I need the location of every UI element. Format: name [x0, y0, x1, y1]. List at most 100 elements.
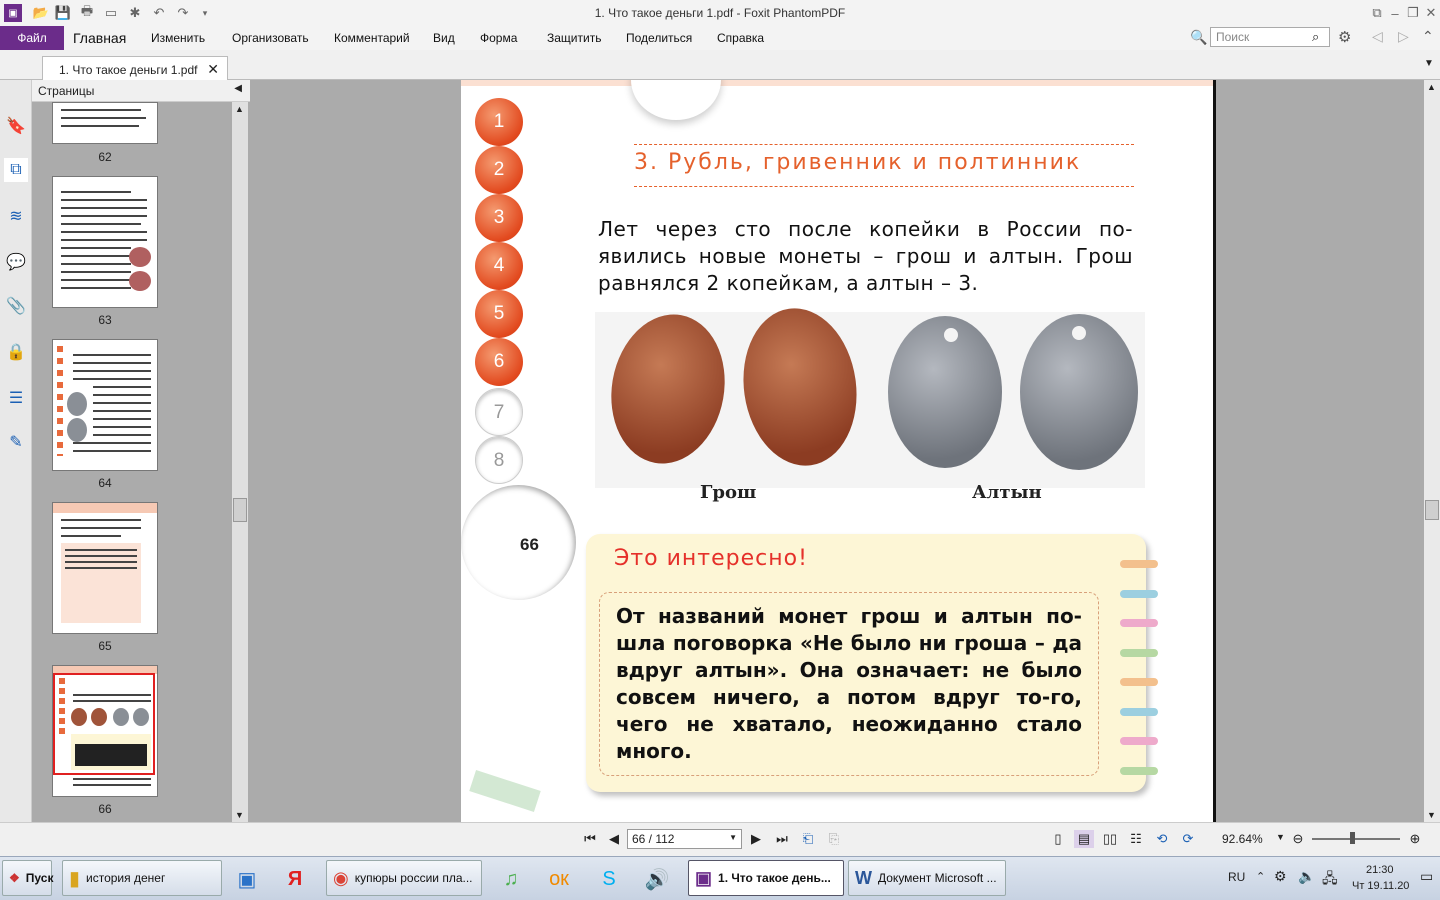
gear-icon[interactable]: ⚙	[1338, 28, 1351, 46]
sticker-tab	[1120, 619, 1158, 627]
close-icon[interactable]: ✕	[1422, 4, 1440, 22]
page-thumbnail[interactable]	[52, 502, 158, 634]
menu-help[interactable]: Справка	[717, 26, 764, 50]
menu-edit[interactable]: Изменить	[151, 26, 205, 50]
forward-icon[interactable]: ▷	[1398, 28, 1409, 45]
music-icon[interactable]: ♫	[494, 862, 528, 896]
taskbar-label: Документ Microsoft ...	[878, 871, 997, 885]
sticker-tab	[1120, 708, 1158, 716]
create-icon[interactable]: ✱	[126, 4, 144, 22]
save-icon[interactable]: 💾	[54, 4, 72, 22]
folder-search-icon[interactable]: 🔍	[1190, 29, 1207, 46]
layers-icon[interactable]: ≋	[4, 204, 28, 228]
lock-icon[interactable]: 🔒	[4, 340, 28, 364]
network-icon[interactable]: 🖧	[1322, 868, 1338, 892]
menu-form[interactable]: Форма	[480, 26, 517, 50]
open-icon[interactable]: 📂	[32, 4, 50, 22]
media-player-icon[interactable]: ▣	[230, 862, 264, 896]
menu-view[interactable]: Вид	[433, 26, 455, 50]
language-indicator[interactable]: RU	[1228, 870, 1245, 884]
bookmark-icon[interactable]: 🔖	[4, 114, 28, 138]
zoom-dropdown-icon[interactable]: ▼	[1276, 832, 1285, 842]
zoom-level[interactable]: 92.64%	[1222, 832, 1263, 846]
menu-home[interactable]: Главная	[73, 26, 126, 50]
next-view-icon[interactable]: ⎘	[824, 830, 844, 848]
odnoklassniki-icon[interactable]: ок	[542, 862, 576, 896]
show-desktop-icon[interactable]: ▭	[1420, 868, 1433, 885]
collapse-ribbon-icon[interactable]: ⌃	[1422, 28, 1434, 45]
caption-altyn: Алтын	[972, 482, 1042, 503]
page-thumbnail[interactable]	[52, 176, 158, 308]
window-title: 1. Что такое деньги 1.pdf - Foxit Phanto…	[594, 6, 846, 20]
scan-icon[interactable]: ▭	[102, 4, 120, 22]
chapter-number: 5	[475, 290, 523, 338]
close-tab-icon[interactable]: ✕	[207, 61, 219, 78]
taskbar-word[interactable]: W Документ Microsoft ...	[848, 860, 1006, 896]
page-thumbnail[interactable]	[52, 102, 158, 144]
fields-icon[interactable]: ☰	[4, 386, 28, 410]
panel-scrollbar[interactable]: ▲ ▼	[232, 102, 248, 822]
menu-protect[interactable]: Защитить	[547, 26, 601, 50]
menu-organize[interactable]: Организовать	[232, 26, 309, 50]
page-thumbnail[interactable]	[52, 339, 158, 471]
menu-share[interactable]: Поделиться	[626, 26, 692, 50]
tab-list-icon[interactable]: ▼	[1424, 58, 1434, 69]
last-page-icon[interactable]: ⏭	[772, 830, 792, 848]
speaker-app-icon[interactable]: 🔊	[640, 862, 674, 896]
tray-gear-icon[interactable]: ⚙	[1274, 868, 1287, 885]
zoom-in-icon[interactable]: ⊕	[1405, 830, 1425, 848]
restore-small-icon[interactable]: ⧉	[1368, 4, 1386, 22]
document-tab[interactable]: 1. Что такое деньги 1.pdf ✕	[42, 56, 228, 80]
undo-icon[interactable]: ↶	[150, 4, 168, 22]
zoom-slider[interactable]	[1312, 838, 1400, 840]
app-icon[interactable]: ▣	[4, 4, 22, 22]
taskbar-foxit[interactable]: ▣ 1. Что такое день...	[688, 860, 844, 896]
tray-expand-icon[interactable]: ⌃	[1256, 870, 1265, 883]
previous-page-icon[interactable]: ◀	[604, 830, 624, 848]
current-view-frame[interactable]	[53, 673, 155, 775]
attachment-icon[interactable]: 📎	[4, 294, 28, 318]
menu-comment[interactable]: Комментарий	[334, 26, 410, 50]
continuous-icon[interactable]: ▤	[1074, 830, 1094, 848]
facing-icon[interactable]: ▯▯	[1100, 830, 1120, 848]
title-bar: 1. Что такое деньги 1.pdf - Foxit Phanto…	[0, 0, 1440, 26]
page-number: 66	[520, 535, 539, 554]
rotate-right-icon[interactable]: ⟳	[1178, 830, 1198, 848]
search-icon[interactable]: ⌕	[1312, 29, 1319, 45]
rotate-left-icon[interactable]: ⟲	[1152, 830, 1172, 848]
file-menu[interactable]: Файл	[0, 26, 64, 50]
volume-icon[interactable]: 🔈	[1298, 868, 1315, 885]
tools-icon[interactable]: ✎	[4, 430, 28, 454]
collapse-panel-icon[interactable]: ◀	[234, 83, 242, 94]
yandex-icon[interactable]: Я	[278, 862, 312, 896]
clock-time[interactable]: 21:30	[1366, 864, 1394, 876]
heading-rule-bottom	[634, 186, 1134, 187]
restore-icon[interactable]: ❐	[1404, 4, 1422, 22]
continuous-facing-icon[interactable]: ☷	[1126, 830, 1146, 848]
single-page-icon[interactable]: ▯	[1048, 830, 1068, 848]
page-number-field[interactable]: 66 / 112 ▼	[627, 829, 742, 849]
customize-icon[interactable]: ▾	[196, 4, 214, 22]
taskbar-label: купюры россии пла...	[354, 871, 473, 885]
chapter-number: 6	[475, 338, 523, 386]
interesting-box-title: Это интересно!	[614, 546, 808, 571]
minimize-icon[interactable]: –	[1386, 4, 1404, 22]
zoom-slider-handle[interactable]	[1350, 832, 1355, 844]
document-scrollbar[interactable]: ▲ ▼	[1424, 80, 1440, 822]
next-page-icon[interactable]: ▶	[746, 830, 766, 848]
taskbar-explorer[interactable]: ▮ история денег	[62, 860, 222, 896]
taskbar-chrome[interactable]: ◉ купюры россии пла...	[326, 860, 482, 896]
comments-icon[interactable]: 💬	[4, 250, 28, 274]
pages-icon[interactable]: ⧉	[4, 158, 28, 182]
previous-view-icon[interactable]: ⎗	[798, 830, 818, 848]
print-icon[interactable]: 🖶	[78, 3, 96, 22]
zoom-out-icon[interactable]: ⊖	[1288, 830, 1308, 848]
skype-icon[interactable]: S	[592, 862, 626, 896]
start-button[interactable]: ❖ Пуск	[2, 860, 53, 896]
chrome-icon: ◉	[333, 867, 349, 888]
clock-date[interactable]: Чт 19.11.20	[1352, 880, 1409, 892]
chapter-number: 8	[475, 436, 523, 484]
first-page-icon[interactable]: ⏮	[580, 830, 600, 848]
back-icon[interactable]: ◁	[1372, 28, 1383, 45]
redo-icon[interactable]: ↷	[174, 4, 192, 22]
